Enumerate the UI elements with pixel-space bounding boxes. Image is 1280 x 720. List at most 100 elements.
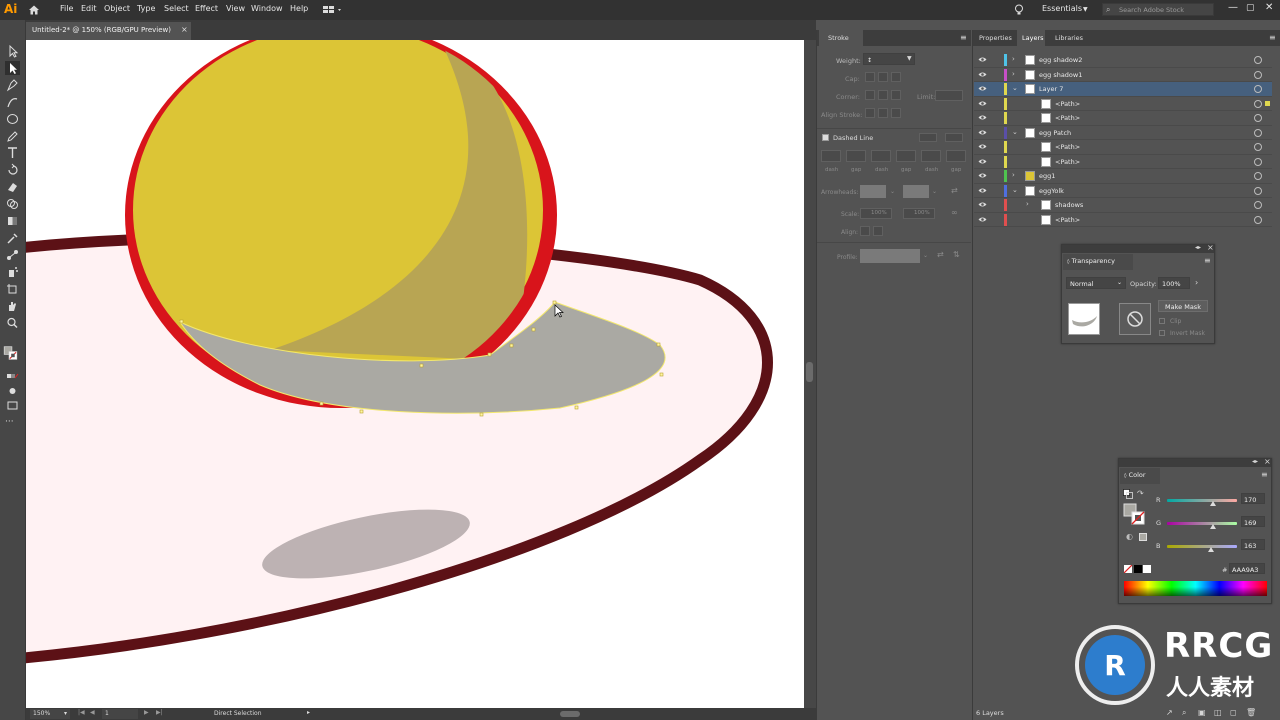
weight-stepper-icon[interactable]: ↕	[867, 57, 872, 64]
direct-selection-tool-icon[interactable]	[5, 61, 20, 75]
menu-object[interactable]: Object	[104, 4, 130, 13]
edit-toolbar-icon[interactable]: ···	[5, 417, 20, 431]
transparency-menu-icon[interactable]: ≡	[1204, 256, 1211, 265]
target-circle-icon[interactable]	[1254, 201, 1262, 209]
none-swatch[interactable]	[1123, 564, 1133, 574]
profile-select[interactable]	[860, 249, 920, 263]
visibility-eye-icon[interactable]	[978, 143, 987, 150]
gap-field-1[interactable]	[846, 150, 866, 162]
draw-mode-icon[interactable]	[5, 384, 20, 398]
gap-field-2[interactable]	[896, 150, 916, 162]
stroke-tab[interactable]: Stroke	[819, 30, 863, 46]
g-slider[interactable]	[1167, 522, 1237, 525]
visibility-eye-icon[interactable]	[978, 56, 987, 63]
clip-checkbox[interactable]	[1159, 318, 1165, 324]
artboard[interactable]	[26, 40, 804, 708]
artboard-tool-icon[interactable]	[5, 282, 20, 296]
r-value-field[interactable]: 170	[1241, 493, 1265, 504]
round-cap-button[interactable]	[878, 72, 888, 82]
weight-dropdown-icon[interactable]: ▼	[907, 55, 912, 62]
eraser-tool-icon[interactable]	[5, 180, 20, 194]
dash-field-2[interactable]	[871, 150, 891, 162]
vertical-scroll-thumb[interactable]	[806, 362, 813, 382]
zoom-field[interactable]: 150% ▾	[30, 709, 70, 719]
dash-field-3[interactable]	[921, 150, 941, 162]
hand-tool-icon[interactable]	[5, 299, 20, 313]
close-tab-button[interactable]: ×	[181, 25, 188, 34]
visibility-eye-icon[interactable]	[978, 85, 987, 92]
visibility-eye-icon[interactable]	[978, 187, 987, 194]
arrow-tip-at-end-button[interactable]	[873, 226, 883, 236]
profile-chevron-icon[interactable]: ⌄	[923, 252, 928, 259]
layer-row[interactable]: <Path>	[974, 111, 1272, 126]
opacity-field[interactable]: 100%	[1158, 277, 1190, 289]
target-circle-icon[interactable]	[1254, 70, 1262, 79]
target-circle-icon[interactable]	[1254, 172, 1262, 180]
butt-cap-button[interactable]	[865, 72, 875, 82]
projecting-cap-button[interactable]	[891, 72, 901, 82]
fill-stroke-indicator[interactable]	[1123, 503, 1145, 525]
close-window-button[interactable]: ✕	[1265, 2, 1273, 13]
panel-menu-icon[interactable]: ≡	[960, 33, 967, 42]
visibility-eye-icon[interactable]	[978, 216, 987, 223]
layer-row[interactable]: <Path>	[974, 155, 1272, 169]
collapse-icon[interactable]: ◂▸	[1195, 244, 1201, 251]
opacity-expand-icon[interactable]: ›	[1195, 278, 1198, 287]
layer-row[interactable]: <Path>	[974, 140, 1272, 155]
white-swatch[interactable]	[1143, 565, 1151, 573]
flip-across-icon[interactable]: ⇅	[953, 250, 960, 259]
dashed-line-checkbox[interactable]	[822, 134, 829, 141]
type-tool-icon[interactable]	[5, 146, 20, 160]
dash-field-1[interactable]	[821, 150, 841, 162]
last-artboard-icon[interactable]: ▶|	[156, 709, 163, 716]
target-circle-icon[interactable]	[1254, 186, 1262, 195]
layer-row[interactable]: ⌄ Layer 7	[974, 82, 1272, 97]
preserve-dash-button[interactable]	[919, 133, 937, 142]
ellipse-tool-icon[interactable]	[5, 112, 20, 126]
target-circle-icon[interactable]	[1254, 215, 1262, 224]
rotate-tool-icon[interactable]	[5, 163, 20, 177]
stock-search-input[interactable]: ⌕ Search Adobe Stock	[1102, 3, 1214, 16]
collapse-icon[interactable]: ◂▸	[1252, 458, 1258, 465]
color-menu-icon[interactable]: ≡	[1261, 470, 1268, 479]
minimize-button[interactable]: —	[1228, 2, 1238, 13]
target-circle-icon[interactable]	[1254, 114, 1262, 122]
blend-tool-icon[interactable]	[5, 248, 20, 262]
workspace-switcher[interactable]: Essentials	[1042, 4, 1082, 13]
collapsed-chevron-icon[interactable]: ›	[1012, 55, 1015, 63]
symbol-sprayer-tool-icon[interactable]	[5, 265, 20, 279]
g-value-field[interactable]: 169	[1241, 516, 1265, 527]
web-safe-swatch[interactable]	[1139, 533, 1147, 541]
layer-row[interactable]: › egg shadow1	[974, 68, 1272, 82]
menu-select[interactable]: Select	[164, 4, 189, 13]
swap-fill-stroke-icon[interactable]: ↷	[1137, 489, 1144, 498]
link-scale-icon[interactable]: ∞	[951, 208, 958, 217]
layer-row[interactable]: <Path>	[974, 97, 1272, 111]
swap-arrowheads-icon[interactable]: ⇄	[951, 186, 958, 195]
fill-stroke-swatch[interactable]	[3, 346, 23, 366]
menu-window[interactable]: Window	[251, 4, 283, 13]
horizontal-scroll-thumb[interactable]	[560, 711, 580, 717]
hex-field[interactable]: AAA9A3	[1229, 563, 1265, 574]
layer-row[interactable]: ⌄ eggYolk	[974, 184, 1272, 198]
limit-field[interactable]	[935, 90, 963, 101]
expanded-chevron-icon[interactable]: ⌄	[1012, 186, 1018, 194]
round-join-button[interactable]	[878, 90, 888, 100]
target-circle-icon[interactable]	[1254, 128, 1262, 137]
curvature-tool-icon[interactable]	[5, 95, 20, 109]
screen-mode-icon[interactable]	[5, 398, 20, 412]
invert-mask-checkbox[interactable]	[1159, 330, 1165, 336]
object-thumbnail[interactable]	[1068, 303, 1100, 335]
mask-thumbnail[interactable]	[1119, 303, 1151, 335]
make-mask-button[interactable]: Make Mask	[1158, 300, 1208, 312]
end-scale-field[interactable]: 100%	[903, 208, 935, 219]
target-circle-icon[interactable]	[1254, 157, 1262, 166]
target-circle-icon[interactable]	[1254, 85, 1262, 93]
prev-artboard-icon[interactable]: ◀	[90, 709, 95, 716]
pen-tool-icon[interactable]	[5, 78, 20, 92]
next-artboard-icon[interactable]: ▶	[144, 709, 149, 716]
start-scale-field[interactable]: 100%	[860, 208, 892, 219]
close-panel-icon[interactable]: ×	[1207, 243, 1214, 252]
r-slider-knob[interactable]	[1210, 501, 1216, 506]
tab-properties[interactable]: Properties	[979, 34, 1012, 42]
